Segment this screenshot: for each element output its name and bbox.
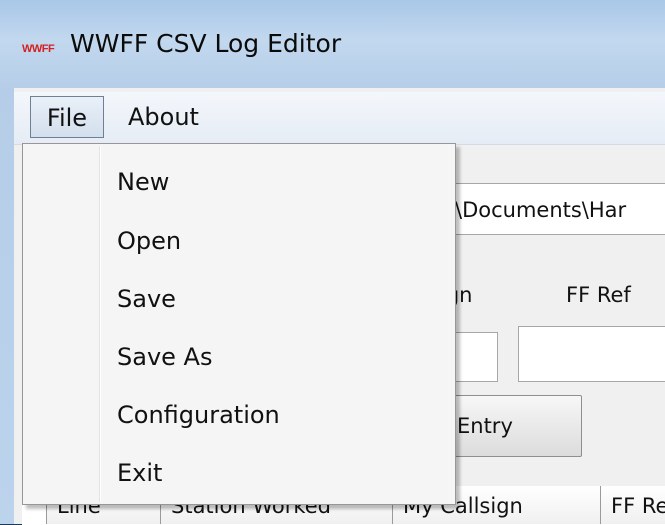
file-menu-dropdown: New Open Save Save As Configuration Exit (22, 143, 456, 505)
column-header-ff-ref[interactable]: FF Re (600, 486, 665, 524)
log-file-path-field[interactable]: \Documents\Har (440, 183, 665, 235)
menu-bar (14, 92, 665, 145)
menu-about[interactable]: About (120, 96, 230, 138)
menu-item-new[interactable]: New (25, 154, 453, 210)
menu-file[interactable]: File (30, 96, 104, 138)
wwff-logo-icon: WWFF (22, 43, 55, 55)
menu-item-save[interactable]: Save (25, 271, 453, 327)
add-entry-button[interactable]: Entry (440, 395, 582, 457)
ff-ref-label: FF Ref (566, 283, 631, 307)
title-bar[interactable]: WWFF WWFF CSV Log Editor (0, 0, 665, 88)
menu-item-configuration[interactable]: Configuration (25, 387, 453, 443)
menu-item-open[interactable]: Open (25, 213, 453, 269)
menu-item-exit[interactable]: Exit (25, 445, 453, 501)
menu-item-save-as[interactable]: Save As (25, 329, 453, 385)
ff-ref-input[interactable] (518, 326, 665, 382)
window-title: WWFF CSV Log Editor (70, 29, 342, 58)
